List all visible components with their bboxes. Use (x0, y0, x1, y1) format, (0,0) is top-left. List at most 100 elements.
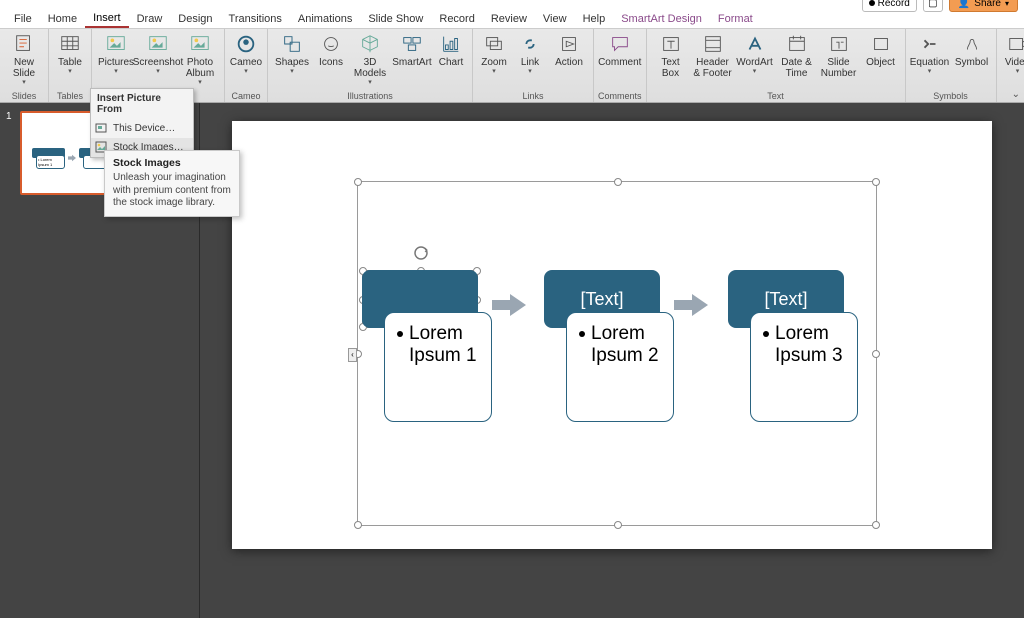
tab-file[interactable]: File (6, 11, 40, 27)
screenshot-button[interactable]: Screenshot (138, 31, 178, 89)
tab-slide-show[interactable]: Slide Show (360, 11, 431, 27)
comment-button[interactable]: Comment (600, 31, 640, 89)
tab-format[interactable]: Format (710, 11, 761, 27)
smartart-selection[interactable]: ‹ Lorem Ipsum 1 [T (357, 181, 877, 526)
smartart-button[interactable]: SmartArt (392, 31, 432, 89)
pictures-this-device[interactable]: This Device… (91, 119, 193, 138)
arrow-2 (674, 294, 708, 316)
shapes-button[interactable]: Shapes (272, 31, 312, 89)
header-footer-button[interactable]: Header& Footer (693, 31, 733, 89)
smartart-node-1[interactable]: Lorem Ipsum 1 (362, 270, 478, 328)
node-3-body[interactable]: Lorem Ipsum 3 (750, 312, 858, 422)
tab-view[interactable]: View (535, 11, 575, 27)
record-label: Record (878, 0, 910, 9)
equation-label: Equation (910, 57, 949, 68)
text-box-label: TextBox (661, 57, 679, 79)
tab-review[interactable]: Review (483, 11, 535, 27)
slide[interactable]: ‹ Lorem Ipsum 1 [T (232, 121, 992, 549)
comment-label: Comment (598, 57, 641, 68)
share-button[interactable]: 👤Share▾ (949, 0, 1018, 12)
text-box-button[interactable]: TextBox (651, 31, 691, 89)
screenshot-label: Screenshot (133, 57, 184, 68)
title-bar: Record ▢ 👤Share▾ (0, 0, 1024, 10)
shapes-icon (281, 33, 303, 55)
new-slide-button[interactable]: NewSlide (4, 31, 44, 89)
pictures-dropdown: Insert Picture From This Device… Stock I… (90, 88, 194, 158)
slide-canvas-area[interactable]: ‹ Lorem Ipsum 1 [T (200, 103, 1024, 618)
rotate-handle-icon[interactable] (413, 245, 429, 261)
smartart-node-3[interactable]: [Text] Lorem Ipsum 3 (728, 270, 844, 328)
group-label: Links (522, 90, 543, 102)
tab-record[interactable]: Record (431, 11, 482, 27)
shapes-label: Shapes (275, 57, 309, 68)
header-footer-icon (702, 33, 724, 55)
slide-number-label: SlideNumber (821, 57, 857, 79)
tab-transitions[interactable]: Transitions (221, 11, 290, 27)
ribbon-group-symbols: EquationSymbolSymbols (906, 29, 997, 102)
wordart-label: WordArt (736, 57, 773, 68)
text-pane-toggle[interactable]: ‹ (348, 348, 357, 362)
tab-home[interactable]: Home (40, 11, 85, 27)
equation-button[interactable]: Equation (910, 31, 950, 89)
present-button[interactable]: ▢ (923, 0, 943, 12)
device-icon (95, 122, 107, 134)
date-time-icon (786, 33, 808, 55)
action-label: Action (555, 57, 583, 68)
date-time-label: Date &Time (781, 57, 812, 79)
chart-label: Chart (439, 57, 463, 68)
tab-smartart-design[interactable]: SmartArt Design (613, 11, 710, 27)
date-time-button[interactable]: Date &Time (777, 31, 817, 89)
smartart-icon (401, 33, 423, 55)
smartart-node-2[interactable]: [Text] Lorem Ipsum 2 (544, 270, 660, 328)
table-button[interactable]: Table (53, 31, 87, 89)
tab-animations[interactable]: Animations (290, 11, 360, 27)
header-footer-label: Header& Footer (693, 57, 731, 79)
node-2-body[interactable]: Lorem Ipsum 2 (566, 312, 674, 422)
comment-icon (609, 33, 631, 55)
record-button[interactable]: Record (862, 0, 917, 12)
pictures-button[interactable]: Pictures (96, 31, 136, 89)
object-button[interactable]: Object (861, 31, 901, 89)
cameo-label: Cameo (230, 57, 262, 68)
action-button[interactable]: Action (549, 31, 589, 89)
photo-album-button[interactable]: PhotoAlbum (180, 31, 220, 89)
ribbon-group-links: Zoom Link Action Links (473, 29, 594, 102)
group-label: Comments (598, 90, 642, 102)
table-icon (59, 33, 81, 55)
symbol-label: Symbol (955, 57, 988, 68)
arrow-1 (492, 294, 526, 316)
chart-button[interactable]: Chart (434, 31, 468, 89)
ribbon-group-comments: Comment Comments (594, 29, 647, 102)
slide-number-button[interactable]: SlideNumber (819, 31, 859, 89)
menu-bar: FileHomeInsertDrawDesignTransitionsAnima… (0, 10, 1024, 29)
icons-icon (320, 33, 342, 55)
zoom-button[interactable]: Zoom (477, 31, 511, 89)
video-label: Video (1005, 57, 1024, 68)
tab-design[interactable]: Design (170, 11, 220, 27)
zoom-label: Zoom (481, 57, 507, 68)
photo-album-icon (189, 33, 211, 55)
node-1-body[interactable]: Lorem Ipsum 1 (384, 312, 492, 422)
icons-button[interactable]: Icons (314, 31, 348, 89)
tab-draw[interactable]: Draw (129, 11, 171, 27)
slide-number-label: 1 (6, 111, 12, 122)
3d-models-button[interactable]: 3DModels (350, 31, 390, 89)
ribbon-group-slides: NewSlideSlides (0, 29, 49, 102)
video-icon (1007, 33, 1024, 55)
wordart-button[interactable]: WordArt (735, 31, 775, 89)
new-slide-icon (13, 33, 35, 55)
photo-album-label: PhotoAlbum (186, 57, 214, 79)
tab-insert[interactable]: Insert (85, 10, 129, 28)
action-icon (558, 33, 580, 55)
video-button[interactable]: Video (1001, 31, 1024, 89)
link-button[interactable]: Link (513, 31, 547, 89)
group-label: Illustrations (347, 90, 393, 102)
tab-help[interactable]: Help (575, 11, 614, 27)
pictures-this-device-label: This Device… (113, 123, 175, 134)
text-box-icon (660, 33, 682, 55)
cameo-button[interactable]: Cameo (229, 31, 263, 89)
ribbon-group-illustrations: Shapes Icons3DModelsSmartArt Chart Illustra… (268, 29, 473, 102)
symbol-button[interactable]: Symbol (952, 31, 992, 89)
slide-number-icon (828, 33, 850, 55)
collapse-ribbon-button[interactable]: ⌄ (1012, 89, 1020, 100)
